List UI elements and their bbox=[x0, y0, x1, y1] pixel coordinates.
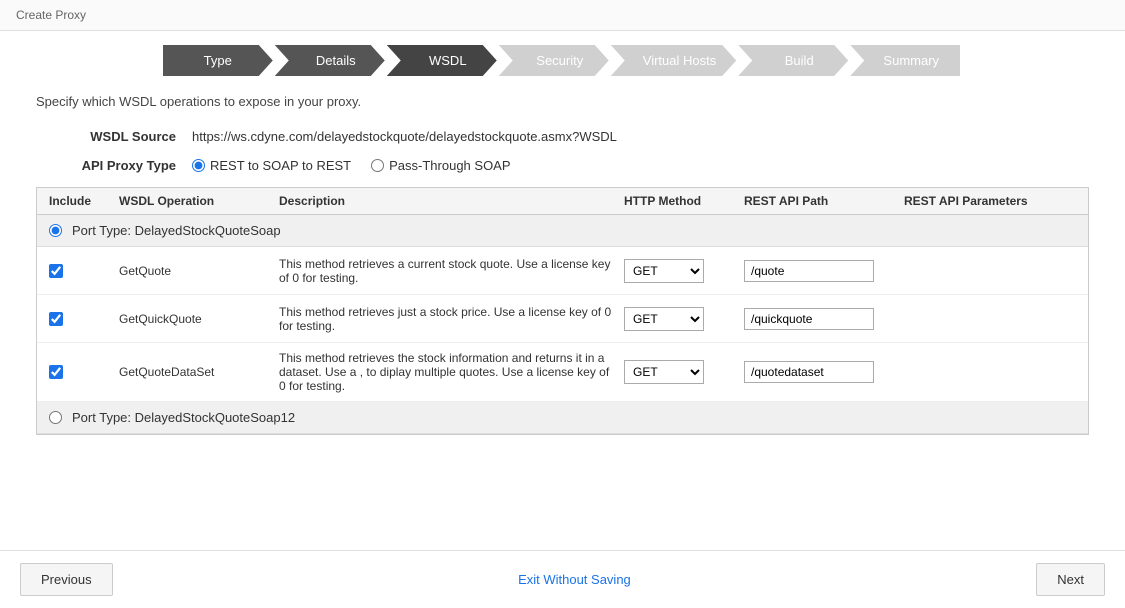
op-desc-3: This method retrieves the stock informat… bbox=[275, 351, 620, 393]
table-header: Include WSDL Operation Description HTTP … bbox=[37, 188, 1088, 215]
wsdl-source-label: WSDL Source bbox=[36, 129, 176, 144]
section-soap12-radio[interactable] bbox=[49, 411, 62, 424]
section-soap12-header[interactable]: Port Type: DelayedStockQuoteSoap12 bbox=[37, 402, 1088, 434]
previous-button[interactable]: Previous bbox=[20, 563, 113, 596]
method-cell-3: GET POST PUT DELETE bbox=[620, 360, 740, 384]
step-wsdl[interactable]: WSDL bbox=[387, 45, 497, 76]
step-summary[interactable]: Summary bbox=[850, 45, 960, 76]
path-cell-2 bbox=[740, 308, 900, 330]
pass-through-option[interactable]: Pass-Through SOAP bbox=[371, 158, 510, 173]
api-proxy-type-label: API Proxy Type bbox=[36, 158, 176, 173]
page-subtitle: Specify which WSDL operations to expose … bbox=[36, 94, 1089, 109]
content-area: Specify which WSDL operations to expose … bbox=[0, 94, 1125, 435]
include-checkbox-1[interactable] bbox=[49, 264, 63, 278]
include-cell-3 bbox=[45, 365, 115, 379]
step-security[interactable]: Security bbox=[499, 45, 609, 76]
operations-table-wrapper: Include WSDL Operation Description HTTP … bbox=[36, 187, 1089, 435]
op-desc-2: This method retrieves just a stock price… bbox=[275, 305, 620, 333]
step-virtual-hosts[interactable]: Virtual Hosts bbox=[611, 45, 736, 76]
col-path: REST API Path bbox=[740, 194, 900, 208]
section-soap1-label: Port Type: DelayedStockQuoteSoap bbox=[72, 223, 281, 238]
method-cell-1: GET POST PUT DELETE bbox=[620, 259, 740, 283]
path-cell-1 bbox=[740, 260, 900, 282]
col-params: REST API Parameters bbox=[900, 194, 1080, 208]
path-input-1[interactable] bbox=[744, 260, 874, 282]
op-name-1: GetQuote bbox=[115, 264, 275, 278]
col-include: Include bbox=[45, 194, 115, 208]
exit-without-saving-button[interactable]: Exit Without Saving bbox=[518, 572, 631, 587]
step-type[interactable]: Type bbox=[163, 45, 273, 76]
path-cell-3 bbox=[740, 361, 900, 383]
col-method: HTTP Method bbox=[620, 194, 740, 208]
api-proxy-type-row: API Proxy Type REST to SOAP to REST Pass… bbox=[36, 158, 1089, 173]
method-select-2[interactable]: GET POST PUT DELETE bbox=[624, 307, 704, 331]
include-cell-1 bbox=[45, 264, 115, 278]
col-description: Description bbox=[275, 194, 620, 208]
op-name-2: GetQuickQuote bbox=[115, 312, 275, 326]
wsdl-source-row: WSDL Source https://ws.cdyne.com/delayed… bbox=[36, 129, 1089, 144]
section-soap1-header[interactable]: Port Type: DelayedStockQuoteSoap bbox=[37, 215, 1088, 247]
rest-to-soap-radio[interactable] bbox=[192, 159, 205, 172]
rest-to-soap-label: REST to SOAP to REST bbox=[210, 158, 351, 173]
app-title: Create Proxy bbox=[16, 8, 86, 22]
section-soap12-label: Port Type: DelayedStockQuoteSoap12 bbox=[72, 410, 295, 425]
rest-to-soap-option[interactable]: REST to SOAP to REST bbox=[192, 158, 351, 173]
pass-through-radio[interactable] bbox=[371, 159, 384, 172]
next-button[interactable]: Next bbox=[1036, 563, 1105, 596]
step-build[interactable]: Build bbox=[738, 45, 848, 76]
method-cell-2: GET POST PUT DELETE bbox=[620, 307, 740, 331]
operations-table: Include WSDL Operation Description HTTP … bbox=[36, 187, 1089, 435]
table-row: GetQuoteDataSet This method retrieves th… bbox=[37, 343, 1088, 402]
include-checkbox-2[interactable] bbox=[49, 312, 63, 326]
footer: Previous Exit Without Saving Next bbox=[0, 550, 1125, 608]
include-checkbox-3[interactable] bbox=[49, 365, 63, 379]
path-input-2[interactable] bbox=[744, 308, 874, 330]
method-select-1[interactable]: GET POST PUT DELETE bbox=[624, 259, 704, 283]
wizard-steps: Type Details WSDL Security Virtual Hosts… bbox=[0, 31, 1125, 94]
path-input-3[interactable] bbox=[744, 361, 874, 383]
step-details[interactable]: Details bbox=[275, 45, 385, 76]
app-header: Create Proxy bbox=[0, 0, 1125, 31]
op-name-3: GetQuoteDataSet bbox=[115, 365, 275, 379]
include-cell-2 bbox=[45, 312, 115, 326]
wsdl-source-value: https://ws.cdyne.com/delayedstockquote/d… bbox=[192, 129, 617, 144]
table-row: GetQuote This method retrieves a current… bbox=[37, 247, 1088, 295]
method-select-3[interactable]: GET POST PUT DELETE bbox=[624, 360, 704, 384]
section-soap1-radio[interactable] bbox=[49, 224, 62, 237]
proxy-type-options: REST to SOAP to REST Pass-Through SOAP bbox=[192, 158, 511, 173]
pass-through-label: Pass-Through SOAP bbox=[389, 158, 510, 173]
table-row: GetQuickQuote This method retrieves just… bbox=[37, 295, 1088, 343]
op-desc-1: This method retrieves a current stock qu… bbox=[275, 257, 620, 285]
col-operation: WSDL Operation bbox=[115, 194, 275, 208]
